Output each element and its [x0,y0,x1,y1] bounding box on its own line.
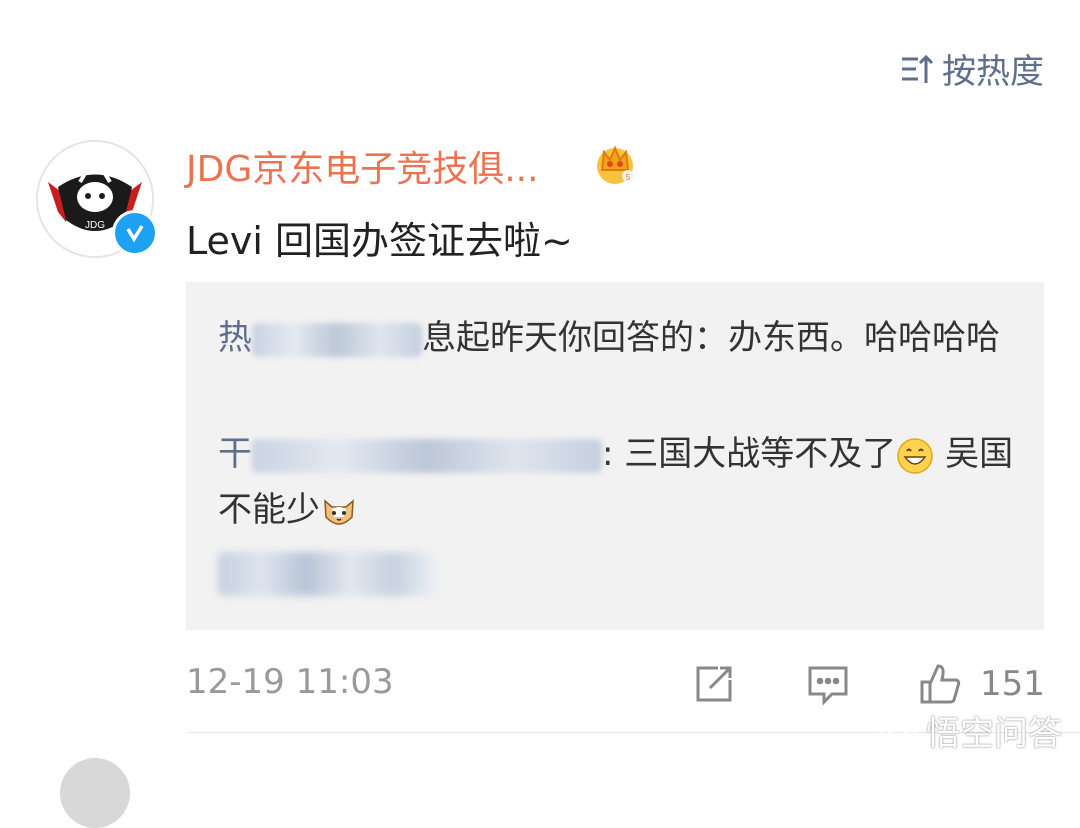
share-icon [696,666,732,702]
view-more-replies-link[interactable] [218,552,438,596]
reply-item[interactable]: 干: 三国大战等不及了 吴国不能少 [218,426,1018,538]
reply-button[interactable] [806,662,850,706]
verified-badge-icon [112,210,158,256]
reply-text: 三国大战等不及了 [624,434,897,474]
like-button[interactable]: 151 [918,662,1045,706]
grin-emoji-icon [897,437,934,474]
wukong-logo-icon [879,712,917,749]
replies-panel[interactable]: 热 息起昨天你回答的：办东西。哈哈哈哈 干: 三国大战等不及了 吴国不能少 [186,282,1044,630]
reply-item[interactable]: 热 息起昨天你回答的：办东西。哈哈哈哈 [218,310,1018,366]
sort-by-hot-button[interactable]: 按热度 [900,44,1044,93]
blurred-username [252,322,422,357]
watermark: 悟空问答 [878,706,1062,755]
reply-username[interactable]: 热 [218,318,252,358]
comment-icon [808,666,848,706]
comment-text: Levi 回国办签证去啦~ [186,219,573,263]
next-comment-avatar[interactable] [60,758,130,828]
blurred-username [252,438,602,473]
svg-text:5: 5 [626,173,631,182]
timestamp: 12-19 11:03 [186,662,394,702]
crown-vip-icon: 5 [597,145,634,184]
thumbs-up-icon [920,664,961,704]
sort-label: 按热度 [942,52,1044,92]
watermark-label: 悟空问答 [926,714,1062,754]
like-count: 151 [980,664,1045,704]
cat-emoji-icon [324,498,354,525]
sort-icon [902,54,934,83]
reply-username[interactable]: 干 [218,434,252,474]
avatar[interactable]: JDG [36,140,158,258]
username[interactable]: JDG京东电子竞技俱... [186,140,539,192]
share-button[interactable] [692,662,736,706]
reply-text: 息起昨天你回答的：办东西。哈哈哈哈 [422,318,1000,358]
svg-text:JDG: JDG [85,220,105,231]
